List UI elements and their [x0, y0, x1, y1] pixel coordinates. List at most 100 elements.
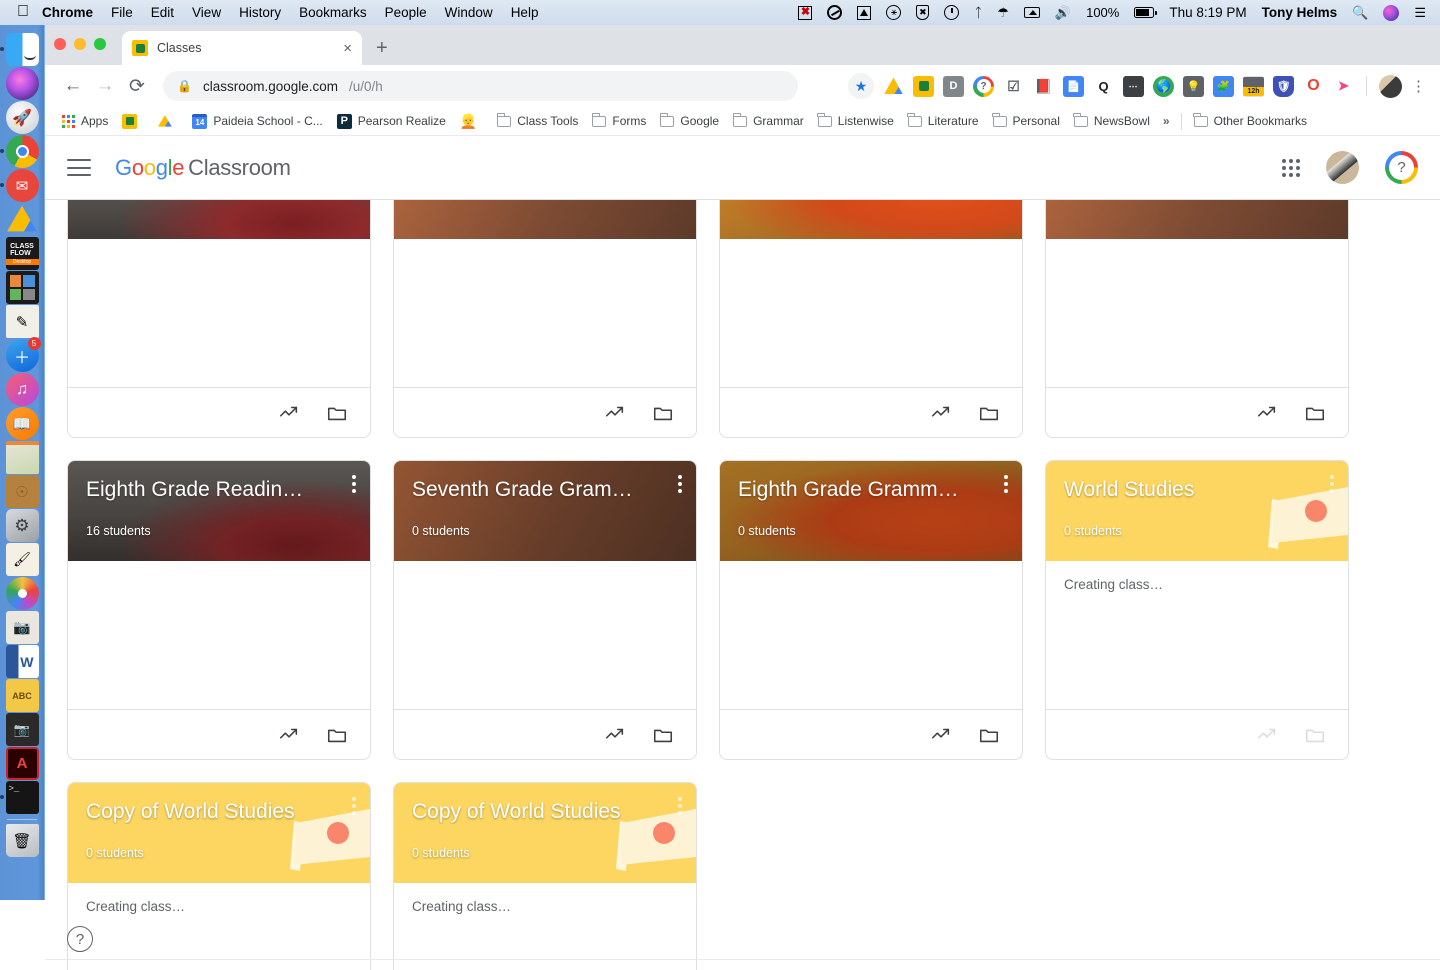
account-avatar[interactable] [1326, 151, 1359, 184]
more-options-icon[interactable] [1330, 475, 1334, 493]
menu-bookmarks[interactable]: Bookmarks [299, 5, 367, 20]
question-circle-icon[interactable]: ? [973, 76, 994, 97]
airplay-icon[interactable] [1024, 7, 1040, 18]
more-options-icon[interactable] [352, 475, 356, 493]
dock-item-google-chrome[interactable] [6, 135, 39, 168]
bookmark-folder-literature[interactable]: Literature [901, 111, 986, 131]
reload-button[interactable]: ⟳ [121, 70, 153, 102]
bookmark-folder-other-bookmarks[interactable]: Other Bookmarks [1187, 111, 1314, 131]
user-name-label[interactable]: Tony Helms [1262, 6, 1338, 20]
apple-logo-icon[interactable]:  [17, 4, 29, 20]
open-folder-icon[interactable] [326, 402, 348, 424]
bookmark-star-icon[interactable]: ★ [848, 73, 874, 99]
open-folder-icon[interactable] [1304, 402, 1326, 424]
class-card-partial[interactable] [67, 200, 371, 438]
dropbox-icon[interactable] [857, 6, 871, 20]
bookmark-google-drive[interactable] [150, 111, 185, 131]
open-folder-icon[interactable] [326, 724, 348, 746]
dock-item-maps-poster[interactable] [6, 441, 39, 474]
dock-item-siri[interactable] [6, 67, 39, 100]
bookmark-folder-grammar[interactable]: Grammar [726, 111, 811, 131]
new-tab-button[interactable]: + [376, 38, 388, 58]
dots-icon[interactable]: ⋯ [1123, 76, 1144, 97]
menu-file[interactable]: File [111, 5, 133, 20]
dock-item-photo-booth[interactable]: 📷 [6, 713, 39, 746]
open-folder-icon[interactable] [978, 402, 1000, 424]
class-card-eighth-grade-grammar[interactable]: Eighth Grade Gramm… 0 students [719, 460, 1023, 760]
security-shield-icon[interactable]: 🛡 [1273, 76, 1294, 97]
hamburger-menu-icon[interactable] [67, 159, 91, 176]
opera-o-icon[interactable]: O [1303, 76, 1324, 97]
help-fab-button[interactable]: ? [67, 926, 93, 952]
dock-item-system-preferences[interactable]: ⚙ [6, 509, 39, 542]
dock-item-image-capture[interactable]: 📷 [6, 611, 39, 644]
open-work-icon[interactable] [604, 402, 626, 424]
open-folder-icon[interactable] [652, 724, 674, 746]
battery-charging-icon[interactable] [1134, 7, 1154, 18]
class-card-world-studies[interactable]: World Studies 0 students Creating class… [1045, 460, 1349, 760]
dock-item-pages[interactable]: 🖌 [6, 543, 39, 576]
shield-icon[interactable]: ✖ [916, 5, 929, 20]
forward-button[interactable]: → [89, 70, 121, 102]
bookmark-folder-google[interactable]: Google [653, 111, 726, 131]
volume-icon[interactable]: 🔊 [1055, 6, 1071, 19]
lightbulb-icon[interactable]: 💡 [1183, 76, 1204, 97]
dock-item-mission-control[interactable] [6, 271, 39, 304]
dock-item-adobe-acrobat[interactable]: A [6, 747, 39, 780]
google-drive-icon[interactable] [883, 76, 904, 97]
bookmark-apps[interactable]: Apps [55, 111, 115, 131]
class-card-partial[interactable] [393, 200, 697, 438]
open-work-icon[interactable] [930, 724, 952, 746]
menu-chrome[interactable]: Chrome [42, 5, 93, 20]
menu-people[interactable]: People [385, 5, 427, 20]
open-folder-icon[interactable] [652, 402, 674, 424]
more-options-icon[interactable] [678, 475, 682, 493]
bookmarks-overflow-icon[interactable]: » [1157, 114, 1176, 128]
bookmark-folder-class-tools[interactable]: Class Tools [490, 111, 585, 131]
wifi-icon[interactable]: ☂ [997, 6, 1009, 19]
accessibility-icon[interactable]: ⚹ [886, 5, 901, 20]
class-card-partial[interactable] [719, 200, 1023, 438]
help-circle-icon[interactable]: ? [1385, 151, 1418, 184]
menu-edit[interactable]: Edit [151, 5, 174, 20]
back-button[interactable]: ← [57, 70, 89, 102]
bookmark-folder-newsbowl[interactable]: NewsBowl [1067, 111, 1157, 131]
docs-addon-icon[interactable]: 📄 [1063, 76, 1084, 97]
minimize-window-button[interactable] [74, 38, 86, 50]
puzzle-icon[interactable]: 🧩 [1213, 76, 1234, 97]
open-work-icon[interactable] [604, 724, 626, 746]
dock-item-app-store[interactable]: ＋ 5 [6, 339, 39, 372]
quill-icon[interactable]: Q [1093, 76, 1114, 97]
maximize-window-button[interactable] [94, 38, 106, 50]
class-title[interactable]: World Studies [1064, 477, 1332, 502]
dock-item-ibooks[interactable]: 📖 [6, 407, 39, 440]
close-window-button[interactable] [54, 38, 66, 50]
dock-item-stickies-notes[interactable]: ✎ [6, 305, 39, 338]
google-apps-grid-icon[interactable] [1282, 159, 1300, 177]
open-work-icon[interactable] [1256, 402, 1278, 424]
siri-icon[interactable] [1383, 5, 1399, 21]
bookmark-person-site[interactable]: 👱 [453, 110, 490, 133]
dock-item-trash[interactable]: 🗑 [6, 824, 39, 857]
time-machine-icon[interactable] [944, 5, 959, 20]
dock-item-google-drive[interactable] [6, 203, 39, 236]
class-title[interactable]: Copy of World Studies [412, 799, 680, 824]
browser-tab-classes[interactable]: Classes × [122, 31, 362, 65]
class-title[interactable]: Eighth Grade Gramm… [738, 477, 1006, 502]
more-options-icon[interactable] [352, 797, 356, 815]
bookmark-folder-listenwise[interactable]: Listenwise [811, 111, 901, 131]
dock-item-launchpad[interactable]: 🚀 [6, 101, 39, 134]
timer-12h-icon[interactable]: 12h [1243, 76, 1264, 97]
class-card-copy-of-world-studies-2[interactable]: Copy of World Studies 0 students Creatin… [393, 782, 697, 970]
open-folder-icon[interactable] [978, 724, 1000, 746]
menu-history[interactable]: History [239, 5, 281, 20]
open-work-icon[interactable] [278, 402, 300, 424]
bookmark-google-classroom[interactable] [115, 111, 150, 132]
class-title[interactable]: Seventh Grade Gram… [412, 477, 680, 502]
class-card-eighth-grade-reading[interactable]: Eighth Grade Readin… 16 students [67, 460, 371, 760]
close-tab-icon[interactable]: × [343, 41, 352, 56]
class-card-seventh-grade-grammar[interactable]: Seventh Grade Gram… 0 students [393, 460, 697, 760]
dock-item-mail[interactable]: ✉ [6, 169, 39, 202]
dictionary-icon[interactable]: D [943, 76, 964, 97]
google-classroom-icon[interactable] [913, 76, 934, 97]
